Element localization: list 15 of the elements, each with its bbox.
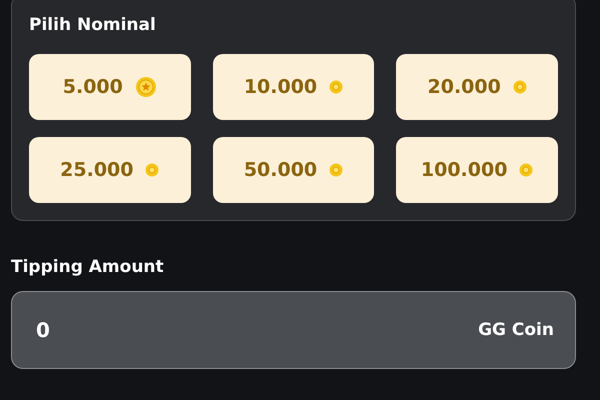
coin-icon [329,80,344,94]
nominal-option-button[interactable]: 25.000 [29,137,191,203]
coin-icon [519,163,534,177]
nominal-option-button[interactable]: 20.000 [396,54,558,120]
nominal-option-button[interactable]: 5.000 [29,54,191,120]
star-coin-icon [134,76,157,98]
nominal-option-button[interactable]: 100.000 [396,137,558,203]
field-label: Tipping Amount [11,257,164,277]
coin-icon [145,163,160,177]
coin-icon [329,163,344,177]
unit-label: GG Coin [478,320,554,340]
panel-title: Pilih Nominal [29,15,156,35]
nominal-option-button[interactable]: 10.000 [212,54,374,120]
nominal-option-button[interactable]: 50.000 [212,137,374,203]
coin-icon [512,80,527,94]
